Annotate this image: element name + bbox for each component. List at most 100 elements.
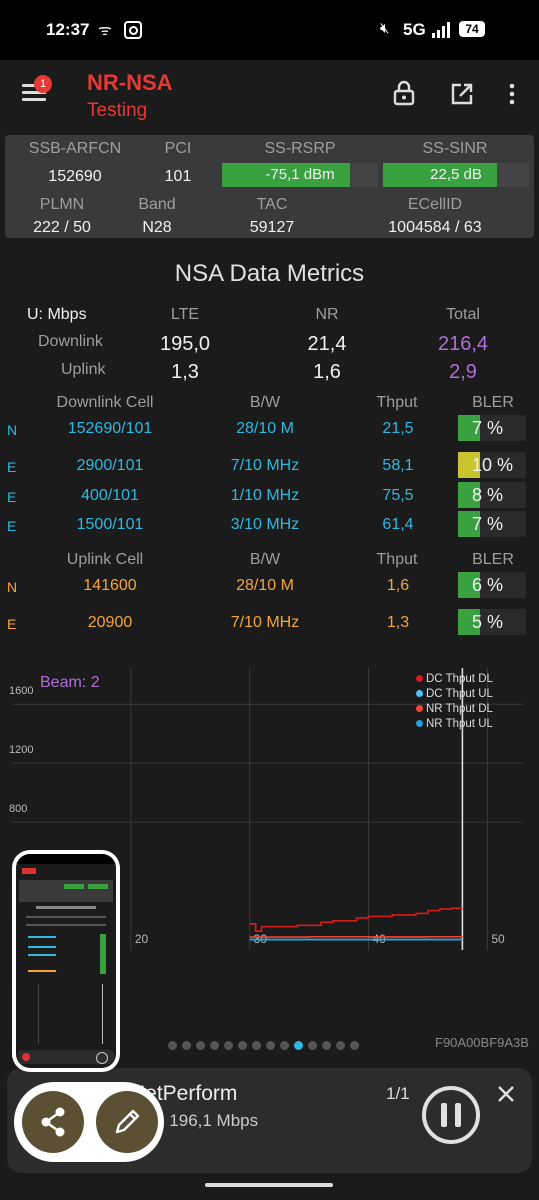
dl-header-bler: BLER bbox=[472, 394, 514, 411]
page-dot[interactable] bbox=[238, 1041, 247, 1050]
uplink-total: 2,9 bbox=[449, 361, 477, 383]
page-dot[interactable] bbox=[252, 1041, 261, 1050]
value-ss-rsrp: -75,1 dBm bbox=[265, 166, 335, 183]
metrics-title: NSA Data Metrics bbox=[174, 260, 365, 287]
row-tag: N bbox=[7, 579, 18, 595]
downlink-nr: 21,4 bbox=[307, 333, 347, 355]
uplink-lte: 1,3 bbox=[171, 361, 199, 383]
y-tick-label: 800 bbox=[9, 803, 27, 815]
x-tick-label: 50 bbox=[491, 932, 505, 946]
status-time: 12:37 bbox=[46, 20, 90, 39]
value-plmn: 222 / 50 bbox=[33, 219, 91, 236]
page-dot[interactable] bbox=[336, 1041, 345, 1050]
row-bler: 10 % bbox=[458, 452, 526, 478]
bler-value: 7 % bbox=[472, 418, 504, 438]
app-title: NR-NSA bbox=[87, 70, 173, 95]
page-dot[interactable] bbox=[182, 1041, 191, 1050]
notification-counter: 1/1 bbox=[386, 1084, 410, 1103]
header-band: Band bbox=[138, 196, 176, 213]
page-dot[interactable] bbox=[196, 1041, 205, 1050]
chart-legend: DC Thput DL DC Thput UL NR Thput DL NR Thpu… bbox=[416, 673, 536, 733]
page-dot[interactable] bbox=[224, 1041, 233, 1050]
page-dot[interactable] bbox=[294, 1041, 303, 1050]
legend-swatch bbox=[416, 705, 423, 712]
status-bar: 12:37 ᯤ 🔇︎ 5G 74 bbox=[0, 0, 539, 60]
row-tag: E bbox=[7, 518, 17, 534]
y-tick-label: 1200 bbox=[9, 744, 33, 756]
header-pci: PCI bbox=[164, 140, 192, 157]
header-ss-sinr: SS-SINR bbox=[422, 140, 488, 157]
row-bw: 3/10 MHz bbox=[230, 516, 300, 533]
row-bw: 7/10 MHz bbox=[230, 457, 300, 474]
rsrp-meter: -75,1 dBm bbox=[222, 163, 378, 187]
open-external-icon[interactable] bbox=[450, 82, 474, 106]
legend-swatch bbox=[416, 720, 423, 727]
legend-label: DC Thput DL bbox=[426, 673, 493, 685]
legend-swatch bbox=[416, 690, 423, 697]
uplink-nr: 1,6 bbox=[313, 361, 341, 383]
legend-item: DC Thput DL bbox=[416, 673, 536, 688]
downlink-label: Downlink bbox=[38, 333, 103, 350]
dl-header-cell: Downlink Cell bbox=[56, 394, 154, 411]
page-dot[interactable] bbox=[308, 1041, 317, 1050]
bler-value: 6 % bbox=[472, 575, 504, 595]
row-tag: E bbox=[7, 459, 17, 475]
row-thput: 1,3 bbox=[386, 614, 410, 631]
legend-label: DC Thput UL bbox=[426, 688, 493, 700]
downlink-total: 216,4 bbox=[437, 333, 489, 355]
ul-header-bw: B/W bbox=[249, 551, 281, 568]
legend-item: NR Thput UL bbox=[416, 718, 536, 733]
page-dot[interactable] bbox=[266, 1041, 275, 1050]
page-dot[interactable] bbox=[210, 1041, 219, 1050]
ul-header-bler: BLER bbox=[472, 551, 514, 568]
row-bw: 7/10 MHz bbox=[230, 614, 300, 631]
close-icon[interactable] bbox=[496, 1084, 516, 1104]
row-bw: 1/10 MHz bbox=[230, 487, 300, 504]
x-tick-label: 20 bbox=[135, 932, 149, 946]
row-bw: 28/10 M bbox=[236, 577, 294, 594]
row-bler: 7 % bbox=[458, 415, 526, 441]
pause-icon[interactable] bbox=[420, 1084, 482, 1146]
pencil-icon bbox=[115, 1109, 140, 1134]
row-tag: N bbox=[7, 422, 18, 438]
header-tac: TAC bbox=[256, 196, 288, 213]
legend-label: NR Thput DL bbox=[426, 703, 493, 715]
ul-header-thput: Thput bbox=[376, 551, 418, 568]
more-options-icon[interactable] bbox=[502, 82, 522, 106]
row-thput: 61,4 bbox=[382, 516, 414, 533]
edit-button[interactable] bbox=[96, 1091, 158, 1153]
bler-value: 5 % bbox=[472, 612, 504, 632]
wifi-calling-icon: ᯤ bbox=[98, 22, 112, 39]
legend-item: DC Thput UL bbox=[416, 688, 536, 703]
lock-icon[interactable] bbox=[392, 80, 416, 106]
header-ss-rsrp: SS-RSRP bbox=[264, 140, 336, 157]
header-ecellid: ECellID bbox=[407, 196, 463, 213]
device-id: F90A00BF9A3B bbox=[435, 1035, 529, 1050]
instagram-icon bbox=[124, 21, 142, 39]
row-cell: 141600 bbox=[83, 577, 137, 594]
page-indicator bbox=[168, 1037, 364, 1055]
row-thput: 21,5 bbox=[382, 420, 414, 437]
page-dot[interactable] bbox=[168, 1041, 177, 1050]
share-button[interactable] bbox=[22, 1091, 84, 1153]
value-pci: 101 bbox=[164, 168, 192, 185]
screenshot-actions bbox=[14, 1082, 164, 1162]
page-dot[interactable] bbox=[322, 1041, 331, 1050]
home-indicator[interactable] bbox=[205, 1183, 333, 1187]
downlink-lte: 195,0 bbox=[159, 333, 211, 355]
page-dot[interactable] bbox=[350, 1041, 359, 1050]
row-thput: 1,6 bbox=[386, 577, 410, 594]
header-ssb-arfcn: SSB-ARFCN bbox=[28, 140, 122, 157]
value-ecellid: 1004584 / 63 bbox=[388, 219, 482, 236]
notification-badge: 1 bbox=[34, 75, 52, 93]
header-plmn: PLMN bbox=[39, 196, 85, 213]
row-cell: 400/101 bbox=[81, 487, 139, 504]
ul-header-cell: Uplink Cell bbox=[66, 551, 144, 568]
app-subtitle: Testing bbox=[87, 100, 148, 121]
sinr-meter: 22,5 dB bbox=[383, 163, 529, 187]
dl-header-thput: Thput bbox=[376, 394, 418, 411]
screenshot-preview[interactable] bbox=[12, 850, 120, 1072]
battery-icon: 74 bbox=[459, 21, 485, 37]
page-dot[interactable] bbox=[280, 1041, 289, 1050]
row-tag: E bbox=[7, 489, 17, 505]
